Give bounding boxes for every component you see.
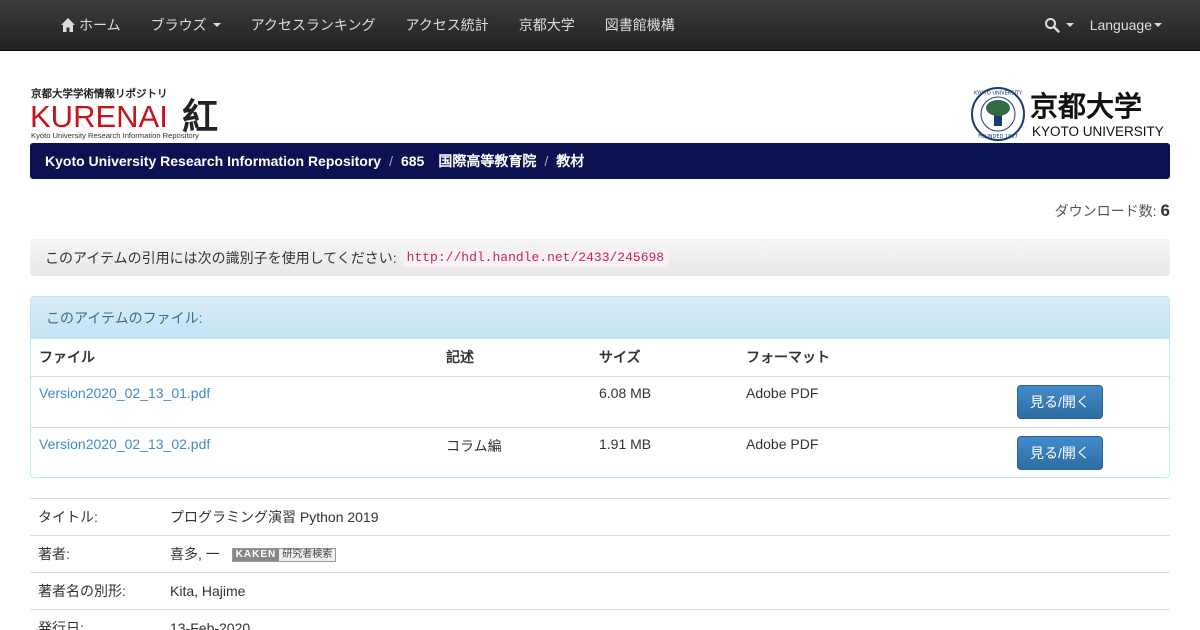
nav-left: ホーム ブラウズ アクセスランキング アクセス統計 京都大学 図書館機構 [45, 0, 690, 50]
download-count-value: 6 [1160, 201, 1170, 220]
metadata-table: タイトル: プログラミング演習 Python 2019 著者: 喜多, 一 KA… [30, 498, 1170, 630]
nav-home[interactable]: ホーム [45, 0, 136, 50]
kurenai-logo-graphic: 京都大学学術情報リポジトリ KURENAI 紅 Kyoto University… [30, 87, 218, 140]
nav-browse[interactable]: ブラウズ [136, 0, 236, 50]
nav-home-label: ホーム [79, 17, 121, 33]
nav-ranking-label: アクセスランキング [250, 17, 376, 33]
search-dropdown[interactable] [1036, 0, 1082, 50]
handle-url[interactable]: http://hdl.handle.net/2433/245698 [402, 248, 669, 267]
kyoto-university-logo[interactable]: KYOTO UNIVERSITY FOUNDED 1897 京都大学 KYOTO… [970, 86, 1170, 142]
metadata-label: タイトル: [30, 498, 162, 536]
nav-university-label: 京都大学 [518, 17, 575, 33]
language-label: Language [1089, 17, 1152, 33]
metadata-row-author: 著者: 喜多, 一 KAKEN 研究者検索 [30, 535, 1170, 573]
files-panel-heading: このアイテムのファイル: [31, 297, 1169, 339]
breadcrumb: Kyoto University Research Information Re… [30, 143, 1170, 179]
table-row: Version2020_02_13_02.pdf コラム編 1.91 MB Ad… [31, 426, 1169, 477]
breadcrumb-separator: / [389, 153, 393, 169]
file-size: 1.91 MB [591, 426, 738, 477]
breadcrumb-item-collection[interactable]: 685 国際高等教育院 [401, 151, 536, 171]
file-format: Adobe PDF [746, 384, 819, 401]
nav-browse-label: ブラウズ [150, 17, 207, 33]
breadcrumb-item-current[interactable]: 教材 [556, 151, 584, 171]
seal-top-text: KYOTO UNIVERSITY [974, 91, 1023, 97]
nav-stats[interactable]: アクセス統計 [390, 0, 503, 50]
column-header-format: フォーマット [738, 339, 1009, 377]
metadata-value: 喜多, 一 KAKEN 研究者検索 [162, 535, 1170, 573]
kaken-researcher-search-badge[interactable]: KAKEN 研究者検索 [231, 548, 337, 563]
download-count: ダウンロード数: 6 [1055, 201, 1170, 221]
files-panel: このアイテムのファイル: ファイル 記述 サイズ フォーマット Version2… [30, 296, 1170, 478]
kyoto-english: KYOTO UNIVERSITY [1032, 124, 1164, 139]
file-link[interactable]: Version2020_02_13_01.pdf [39, 385, 210, 401]
column-header-file: ファイル [31, 339, 438, 377]
file-description: コラム編 [438, 426, 591, 477]
table-row: Version2020_02_13_01.pdf 6.08 MB Adobe P… [31, 376, 1169, 427]
kyoto-university-logo-graphic: KYOTO UNIVERSITY FOUNDED 1897 京都大学 KYOTO… [971, 87, 1164, 141]
nav-library[interactable]: 図書館機構 [590, 0, 690, 50]
metadata-value: Kita, Hajime [162, 572, 1170, 610]
search-icon [1044, 18, 1060, 33]
kurenai-sub-text: Kyoto University Research Information Re… [31, 131, 199, 140]
metadata-label: 発行日: [30, 609, 162, 630]
top-navbar: ホーム ブラウズ アクセスランキング アクセス統計 京都大学 図書館機構 Lan… [0, 0, 1200, 51]
kurenai-main-text: KURENAI [30, 99, 168, 134]
view-open-button[interactable]: 見る/開く [1017, 435, 1103, 470]
nav-library-label: 図書館機構 [604, 17, 675, 33]
caret-down-icon [1154, 23, 1162, 27]
nav-university[interactable]: 京都大学 [504, 0, 590, 50]
kaken-label: KAKEN [232, 549, 280, 562]
handle-citation: このアイテムの引用には次の識別子を使用してください: http://hdl.ha… [30, 239, 1170, 276]
kurenai-logo[interactable]: 京都大学学術情報リポジトリ KURENAI 紅 Kyoto University… [30, 86, 225, 142]
metadata-label: 著者: [30, 535, 162, 573]
view-open-button[interactable]: 見る/開く [1017, 384, 1103, 419]
metadata-value: 13-Feb-2020 [162, 609, 1170, 630]
column-header-action [1009, 339, 1169, 377]
caret-down-icon [212, 23, 221, 27]
file-link[interactable]: Version2020_02_13_02.pdf [39, 436, 210, 452]
metadata-label: 著者名の別形: [30, 572, 162, 610]
language-dropdown[interactable]: Language [1082, 0, 1170, 50]
metadata-value: プログラミング演習 Python 2019 [162, 498, 1170, 536]
university-seal-icon: KYOTO UNIVERSITY FOUNDED 1897 [971, 87, 1025, 141]
breadcrumb-separator: / [544, 153, 549, 169]
column-header-size: サイズ [591, 339, 738, 377]
seal-bottom-text: FOUNDED 1897 [978, 134, 1017, 140]
author-link[interactable]: 喜多, 一 [170, 546, 220, 562]
kaken-search-label: 研究者検索 [279, 549, 336, 562]
handle-label: このアイテムの引用には次の識別子を使用してください: [45, 249, 397, 266]
file-format: Adobe PDF [738, 426, 1009, 477]
file-size: 6.08 MB [599, 384, 652, 401]
nav-stats-label: アクセス統計 [405, 17, 489, 33]
nav-right: Language [1036, 0, 1170, 50]
caret-down-icon [1065, 23, 1074, 27]
home-icon [61, 18, 75, 32]
metadata-row-date: 発行日: 13-Feb-2020 [30, 609, 1170, 630]
download-count-label: ダウンロード数: [1054, 203, 1157, 219]
metadata-row-alt-name: 著者名の別形: Kita, Hajime [30, 572, 1170, 610]
metadata-row-title: タイトル: プログラミング演習 Python 2019 [30, 498, 1170, 536]
breadcrumb-item-repository[interactable]: Kyoto University Research Information Re… [45, 153, 381, 169]
column-header-description: 記述 [438, 339, 591, 377]
kyoto-kanji: 京都大学 [1030, 90, 1142, 123]
file-description [438, 376, 591, 427]
nav-ranking[interactable]: アクセスランキング [236, 0, 391, 50]
files-table: ファイル 記述 サイズ フォーマット Version2020_02_13_01.… [31, 339, 1169, 477]
